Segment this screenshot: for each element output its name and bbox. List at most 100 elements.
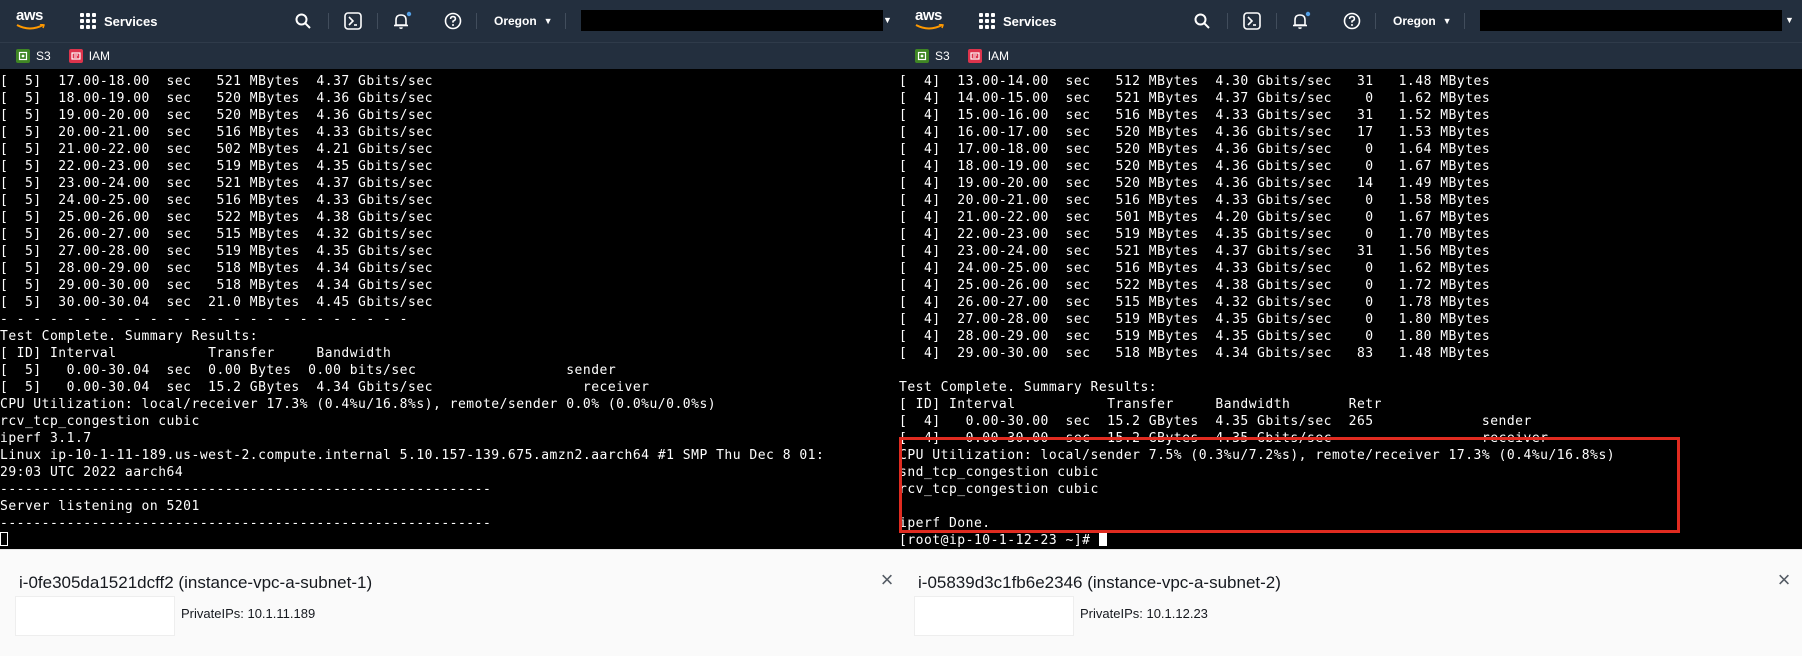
aws-smile-icon — [16, 24, 45, 30]
account-menu-redacted[interactable] — [1480, 10, 1782, 31]
right-session-pane: aws Services Oregon ▼ ▼ S3 IAM [4] 13.0… — [899, 0, 1802, 656]
terminal-line: [ 5] 0.00-30.04 sec 15.2 GBytes 4.34 Gbi… — [0, 380, 650, 395]
instance-title: i-0fe305da1521dcff2 (instance-vpc-a-subn… — [19, 573, 373, 592]
caret-down-icon: ▼ — [543, 16, 553, 26]
favorite-s3[interactable]: S3 — [915, 49, 950, 63]
terminal-line: ----------------------------------------… — [0, 516, 492, 531]
grid-icon — [80, 13, 96, 29]
notifications-icon[interactable] — [1291, 11, 1311, 31]
terminal-line: [ 4] 19.00-20.00 sec 520 MBytes 4.36 Gbi… — [899, 176, 1491, 191]
terminal-line: [ 4] 27.00-28.00 sec 519 MBytes 4.35 Gbi… — [899, 312, 1491, 327]
help-icon[interactable] — [443, 11, 463, 31]
terminal-line: iperf 3.1.7 — [0, 431, 92, 446]
terminal-line: Test Complete. Summary Results: — [0, 329, 259, 344]
terminal-line: [ ID] Interval Transfer Bandwidth — [0, 346, 392, 361]
account-menu-redacted[interactable] — [581, 10, 883, 31]
terminal-line: [ 4] 15.00-16.00 sec 516 MBytes 4.33 Gbi… — [899, 108, 1491, 123]
terminal-line: [ 4] 13.00-14.00 sec 512 MBytes 4.30 Gbi… — [899, 74, 1491, 89]
close-icon[interactable]: × — [876, 569, 898, 591]
close-icon[interactable]: × — [1773, 569, 1795, 591]
favorite-label: S3 — [935, 49, 950, 63]
terminal-line: [ 4] 23.00-24.00 sec 521 MBytes 4.37 Gbi… — [899, 244, 1491, 259]
aws-logo-text: aws — [16, 7, 43, 24]
aws-logo[interactable]: aws — [915, 8, 949, 34]
terminal-line: [ 5] 27.00-28.00 sec 519 MBytes 4.35 Gbi… — [0, 244, 433, 259]
s3-icon — [16, 49, 30, 63]
terminal-cursor — [0, 532, 8, 546]
terminal-cursor-line — [0, 532, 899, 549]
region-selector[interactable]: Oregon ▼ — [1393, 0, 1452, 42]
terminal-line: [ 5] 19.00-20.00 sec 520 MBytes 4.36 Gbi… — [0, 108, 433, 123]
caret-down-icon: ▼ — [1442, 16, 1452, 26]
search-icon[interactable] — [293, 11, 313, 31]
region-label: Oregon — [1393, 14, 1436, 28]
private-ips: PrivateIPs: 10.1.11.189 — [181, 606, 316, 621]
terminal-line: [ 4] 22.00-23.00 sec 519 MBytes 4.35 Gbi… — [899, 227, 1491, 242]
region-selector[interactable]: Oregon ▼ — [494, 0, 553, 42]
terminal-prompt-line: [root@ip-10-1-12-23 ~]# — [899, 532, 1802, 549]
terminal-line: [ 5] 18.00-19.00 sec 520 MBytes 4.36 Gbi… — [0, 91, 433, 106]
terminal-line: [ 5] 29.00-30.00 sec 518 MBytes 4.34 Gbi… — [0, 278, 433, 293]
terminal-line: [ 4] 17.00-18.00 sec 520 MBytes 4.36 Gbi… — [899, 142, 1491, 157]
services-menu[interactable]: Services — [979, 0, 1057, 42]
terminal-line: [ 5] 20.00-21.00 sec 516 MBytes 4.33 Gbi… — [0, 125, 433, 140]
region-label: Oregon — [494, 14, 537, 28]
favorite-iam[interactable]: IAM — [68, 49, 110, 63]
services-menu[interactable]: Services — [80, 0, 158, 42]
terminal-line: [ 4] 16.00-17.00 sec 520 MBytes 4.36 Gbi… — [899, 125, 1491, 140]
terminal-line: [ 5] 21.00-22.00 sec 502 MBytes 4.21 Gbi… — [0, 142, 433, 157]
terminal-line: iperf Done. — [899, 516, 991, 531]
terminal-line: [ 4] 18.00-19.00 sec 520 MBytes 4.36 Gbi… — [899, 159, 1491, 174]
terminal-left[interactable]: [ 5] 17.00-18.00 sec 521 MBytes 4.37 Gbi… — [0, 69, 899, 549]
terminal-line: [ 4] 24.00-25.00 sec 516 MBytes 4.33 Gbi… — [899, 261, 1491, 276]
terminal-line: 29:03 UTC 2022 aarch64 — [0, 465, 184, 480]
aws-logo[interactable]: aws — [16, 8, 50, 34]
terminal-line: [ 5] 30.00-30.04 sec 21.0 MBytes 4.45 Gb… — [0, 295, 433, 310]
terminal-line: [ 5] 17.00-18.00 sec 521 MBytes 4.37 Gbi… — [0, 74, 433, 89]
favorite-s3[interactable]: S3 — [16, 49, 51, 63]
iam-icon — [967, 49, 982, 63]
terminal-line: [ 5] 23.00-24.00 sec 521 MBytes 4.37 Gbi… — [0, 176, 433, 191]
public-ip-redacted — [914, 596, 1074, 636]
help-icon[interactable] — [1342, 11, 1362, 31]
terminal-line: [ 4] 0.00-30.00 sec 15.2 GBytes 4.35 Gbi… — [899, 414, 1532, 429]
terminal-line: [ 4] 29.00-30.00 sec 518 MBytes 4.34 Gbi… — [899, 346, 1491, 361]
terminal-line: [ 5] 25.00-26.00 sec 522 MBytes 4.38 Gbi… — [0, 210, 433, 225]
cloudshell-icon[interactable] — [1242, 11, 1262, 31]
s3-icon — [915, 49, 929, 63]
terminal-line: [ 4] 28.00-29.00 sec 519 MBytes 4.35 Gbi… — [899, 329, 1491, 344]
terminal-right[interactable]: [ 4] 13.00-14.00 sec 512 MBytes 4.30 Gbi… — [899, 69, 1802, 549]
terminal-line: [ 5] 24.00-25.00 sec 516 MBytes 4.33 Gbi… — [0, 193, 433, 208]
favorites-bar: S3 IAM — [0, 42, 899, 69]
favorite-iam[interactable]: IAM — [967, 49, 1010, 63]
aws-top-nav: aws Services Oregon ▼ ▼ — [0, 0, 899, 42]
split-screen: aws Services Oregon ▼ ▼ S3 IAM [5] 17.0… — [0, 0, 1802, 656]
services-label: Services — [104, 13, 158, 29]
terminal-line: [ 5] 22.00-23.00 sec 519 MBytes 4.35 Gbi… — [0, 159, 433, 174]
iam-icon — [68, 49, 83, 63]
search-icon[interactable] — [1192, 11, 1212, 31]
instance-info-panel: i-05839d3c1fb6e2346 (instance-vpc-a-subn… — [899, 549, 1802, 656]
favorite-label: IAM — [987, 49, 1010, 63]
terminal-line: rcv_tcp_congestion cubic — [899, 482, 1099, 497]
terminal-line: [ ID] Interval Transfer Bandwidth Retr — [899, 397, 1382, 412]
terminal-line: [ 5] 28.00-29.00 sec 518 MBytes 4.34 Gbi… — [0, 261, 433, 276]
notifications-icon[interactable] — [392, 11, 412, 31]
public-ip-redacted — [15, 596, 175, 636]
terminal-line: Server listening on 5201 — [0, 499, 200, 514]
cloudshell-icon[interactable] — [343, 11, 363, 31]
terminal-line: snd_tcp_congestion cubic — [899, 465, 1099, 480]
favorites-bar: S3 IAM — [899, 42, 1802, 69]
private-ips: PrivateIPs: 10.1.12.23 — [1080, 606, 1208, 621]
instance-info-panel: i-0fe305da1521dcff2 (instance-vpc-a-subn… — [0, 549, 899, 656]
account-caret-icon[interactable]: ▼ — [883, 15, 892, 25]
aws-logo-text: aws — [915, 7, 942, 24]
account-caret-icon[interactable]: ▼ — [1785, 15, 1794, 25]
services-label: Services — [1003, 13, 1057, 29]
favorite-label: S3 — [36, 49, 51, 63]
terminal-line: Test Complete. Summary Results: — [899, 380, 1158, 395]
terminal-line: [ 4] 14.00-15.00 sec 521 MBytes 4.37 Gbi… — [899, 91, 1491, 106]
terminal-line: [ 4] 0.00-30.00 sec 15.2 GBytes 4.35 Gbi… — [899, 431, 1549, 446]
